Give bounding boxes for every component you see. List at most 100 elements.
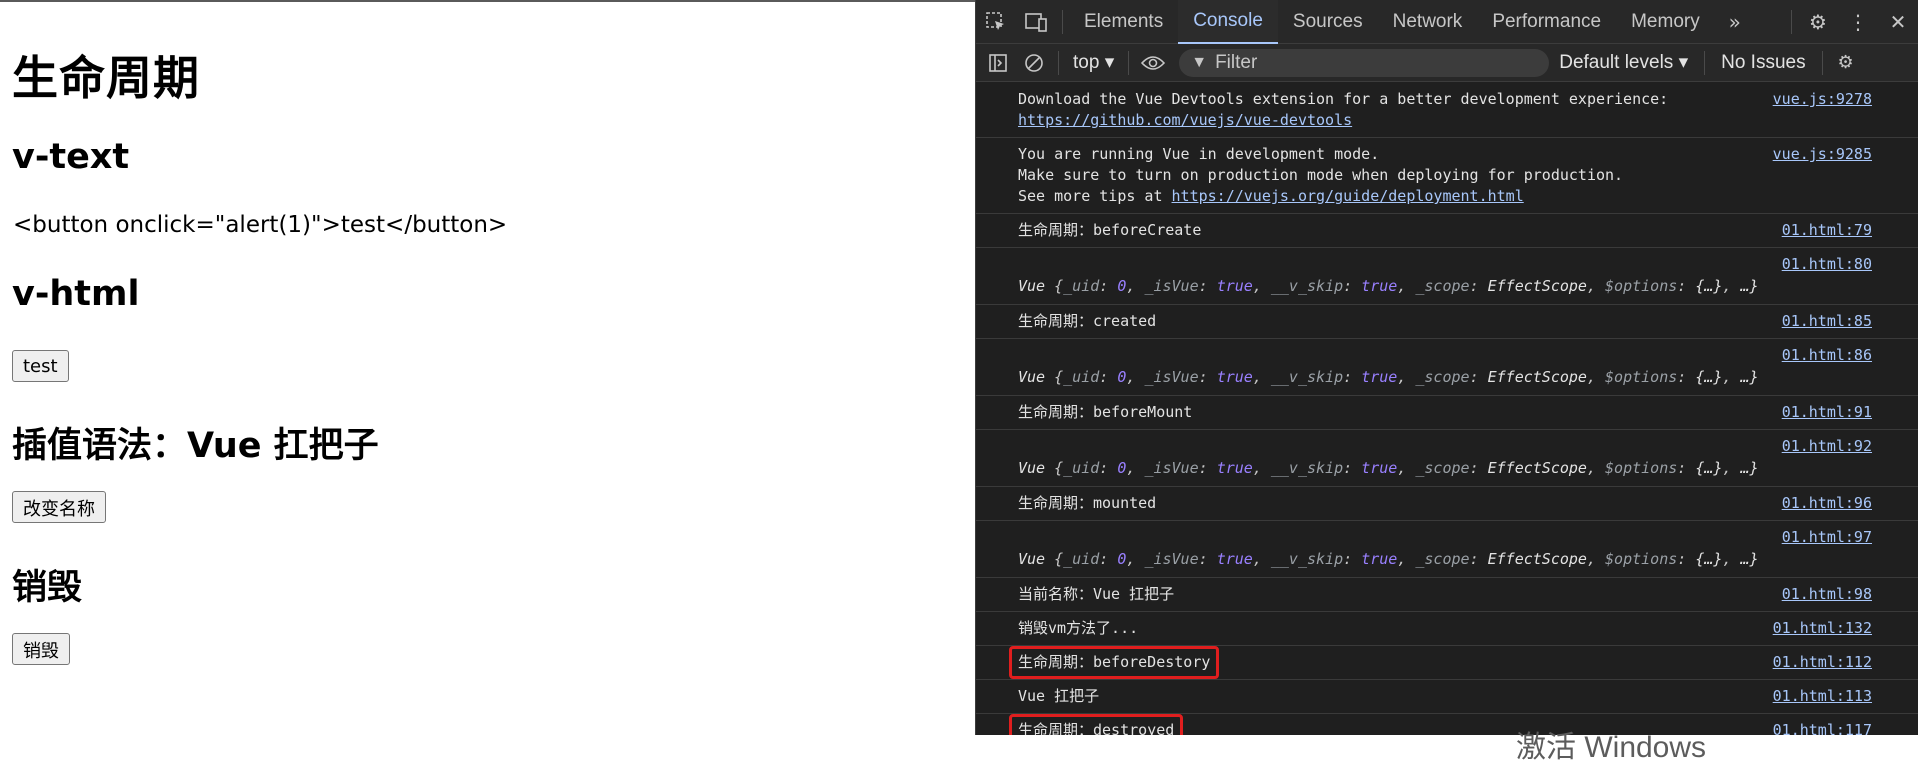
source-link[interactable]: 01.html:92 xyxy=(1782,436,1872,457)
tab-performance[interactable]: Performance xyxy=(1477,0,1616,44)
source-link[interactable]: 01.html:97 xyxy=(1782,527,1872,548)
object-label: Vue xyxy=(1018,550,1046,568)
console-toolbar: top ▾ ▼ Filter Default levels ▾ No Issue… xyxy=(976,44,1918,82)
object-value: 0 xyxy=(1117,550,1127,568)
object-key: $options xyxy=(1605,277,1678,295)
source-link[interactable]: 01.html:79 xyxy=(1782,220,1872,241)
v-html-heading: v-html xyxy=(12,274,140,314)
object-key: _scope xyxy=(1415,277,1470,295)
message-link[interactable]: https://vuejs.org/guide/deployment.html xyxy=(1172,187,1524,205)
console-object-row: 01.html:92▶Vue {_uid: 0, _isVue: true, _… xyxy=(976,430,1918,487)
interp-heading: 插值语法：Vue 扛把子 xyxy=(12,426,379,466)
source-link[interactable]: vue.js:9278 xyxy=(1773,89,1872,110)
object-key: _uid xyxy=(1063,550,1100,568)
object-key: __v_skip xyxy=(1270,368,1344,386)
console-message: 01.html:91 生命周期：beforeMount xyxy=(976,396,1918,430)
settings-gear-icon[interactable]: ⚙ xyxy=(1798,0,1838,44)
source-link[interactable]: vue.js:9285 xyxy=(1773,144,1872,165)
source-link[interactable]: 01.html:85 xyxy=(1782,311,1872,332)
object-key: _uid xyxy=(1063,459,1100,477)
tab-network[interactable]: Network xyxy=(1378,0,1478,44)
object-label: Vue xyxy=(1018,368,1046,386)
source-link[interactable]: 01.html:117 xyxy=(1773,720,1872,735)
console-message: 01.html:96 生命周期：mounted xyxy=(976,487,1918,521)
source-link[interactable]: 01.html:132 xyxy=(1773,618,1872,639)
live-expression-eye-icon[interactable] xyxy=(1135,44,1171,82)
source-link[interactable]: 01.html:86 xyxy=(1782,345,1872,366)
close-icon[interactable]: ✕ xyxy=(1878,0,1918,44)
filter-funnel-icon: ▼ xyxy=(1191,53,1208,71)
object-key: _isVue xyxy=(1144,459,1199,477)
object-key: $options xyxy=(1605,368,1678,386)
devtools-tabbar: Elements Console Sources Network Perform… xyxy=(976,0,1918,44)
console-message: vue.js:9278 Download the Vue Devtools ext… xyxy=(976,83,1918,138)
rename-button[interactable]: 改变名称 xyxy=(12,491,106,523)
console-message: 01.html:112 生命周期：beforeDestory xyxy=(976,646,1918,680)
inspect-element-icon[interactable] xyxy=(976,0,1016,44)
object-value: 0 xyxy=(1117,277,1127,295)
console-object-row: 01.html:97▶Vue {_uid: 0, _isVue: true, _… xyxy=(976,521,1918,578)
object-key: _scope xyxy=(1415,459,1470,477)
highlighted-message-text: 生命周期：beforeDestory xyxy=(1009,646,1220,679)
screen: 生命周期 v-text <button onclick="alert(1)">t… xyxy=(0,0,1918,764)
object-ellipsis: …} xyxy=(1740,459,1759,477)
console-log: vue.js:9278 Download the Vue Devtools ext… xyxy=(976,83,1918,735)
device-toolbar-icon[interactable] xyxy=(1016,0,1056,44)
more-options-icon[interactable]: ⋮ xyxy=(1838,0,1878,44)
log-levels-dropdown[interactable]: Default levels ▾ xyxy=(1549,44,1698,82)
source-link[interactable]: 01.html:96 xyxy=(1782,493,1872,514)
filter-input[interactable]: ▼ Filter xyxy=(1179,48,1550,77)
object-value: {…} xyxy=(1695,550,1723,568)
object-key: _uid xyxy=(1063,277,1100,295)
sidebar-toggle-icon[interactable] xyxy=(980,44,1016,82)
tab-sources[interactable]: Sources xyxy=(1278,0,1378,44)
test-button[interactable]: test xyxy=(12,350,69,382)
source-link[interactable]: 01.html:91 xyxy=(1782,402,1872,423)
issues-counter[interactable]: No Issues xyxy=(1711,44,1815,82)
clear-console-icon[interactable] xyxy=(1016,44,1052,82)
windows-activation-watermark: 激活 Windows xyxy=(1516,731,1707,764)
destroy-button[interactable]: 销毁 xyxy=(12,633,70,665)
object-value: true xyxy=(1361,459,1398,477)
object-key: $options xyxy=(1605,459,1678,477)
tab-separator xyxy=(1062,9,1063,34)
message-prefix: See more tips at xyxy=(1018,187,1172,205)
tab-elements[interactable]: Elements xyxy=(1069,0,1178,44)
object-key: $options xyxy=(1605,550,1678,568)
vue-object-preview[interactable]: ▶Vue {_uid: 0, _isVue: true, __v_skip: t… xyxy=(1018,276,1871,298)
console-object-row: 01.html:86▶Vue {_uid: 0, _isVue: true, _… xyxy=(976,339,1918,396)
object-value: EffectScope xyxy=(1487,550,1587,568)
object-key: __v_skip xyxy=(1270,459,1344,477)
source-link[interactable]: 01.html:80 xyxy=(1782,254,1872,275)
highlighted-message-text: 生命周期：destroyed xyxy=(1009,714,1184,735)
object-value: true xyxy=(1361,550,1398,568)
more-tabs-icon[interactable]: » xyxy=(1715,0,1755,44)
tab-memory[interactable]: Memory xyxy=(1616,0,1715,44)
object-ellipsis: …} xyxy=(1740,277,1759,295)
message-text: You are running Vue in development mode. xyxy=(1018,145,1380,163)
console-message: 01.html:85 生命周期：created xyxy=(976,305,1918,339)
object-key: _scope xyxy=(1415,550,1470,568)
message-text: 生命周期：created xyxy=(1018,312,1157,330)
console-message: 01.html:117 生命周期：destroyed xyxy=(976,714,1918,735)
object-key: __v_skip xyxy=(1270,550,1344,568)
object-value: 0 xyxy=(1117,368,1127,386)
source-link[interactable]: 01.html:112 xyxy=(1773,652,1872,673)
source-link[interactable]: 01.html:113 xyxy=(1773,686,1872,707)
object-key: _isVue xyxy=(1144,277,1199,295)
console-object-row: 01.html:80▶Vue {_uid: 0, _isVue: true, _… xyxy=(976,248,1918,305)
console-settings-gear-icon[interactable]: ⚙ xyxy=(1829,44,1863,82)
console-message: 01.html:132 销毁vm方法了... xyxy=(976,612,1918,646)
object-value: true xyxy=(1216,550,1253,568)
object-ellipsis: …} xyxy=(1740,550,1759,568)
source-link[interactable]: 01.html:98 xyxy=(1782,584,1872,605)
object-label: Vue xyxy=(1018,459,1046,477)
tab-console[interactable]: Console xyxy=(1178,0,1278,44)
vue-object-preview[interactable]: ▶Vue {_uid: 0, _isVue: true, __v_skip: t… xyxy=(1018,549,1871,571)
vue-object-preview[interactable]: ▶Vue {_uid: 0, _isVue: true, __v_skip: t… xyxy=(1018,458,1871,480)
v-text-content: <button onclick="alert(1)">test</button> xyxy=(13,212,508,238)
context-selector[interactable]: top ▾ xyxy=(1065,44,1122,82)
vue-object-preview[interactable]: ▶Vue {_uid: 0, _isVue: true, __v_skip: t… xyxy=(1018,367,1871,389)
object-label: Vue xyxy=(1018,277,1046,295)
message-link[interactable]: https://github.com/vuejs/vue-devtools xyxy=(1018,111,1352,129)
